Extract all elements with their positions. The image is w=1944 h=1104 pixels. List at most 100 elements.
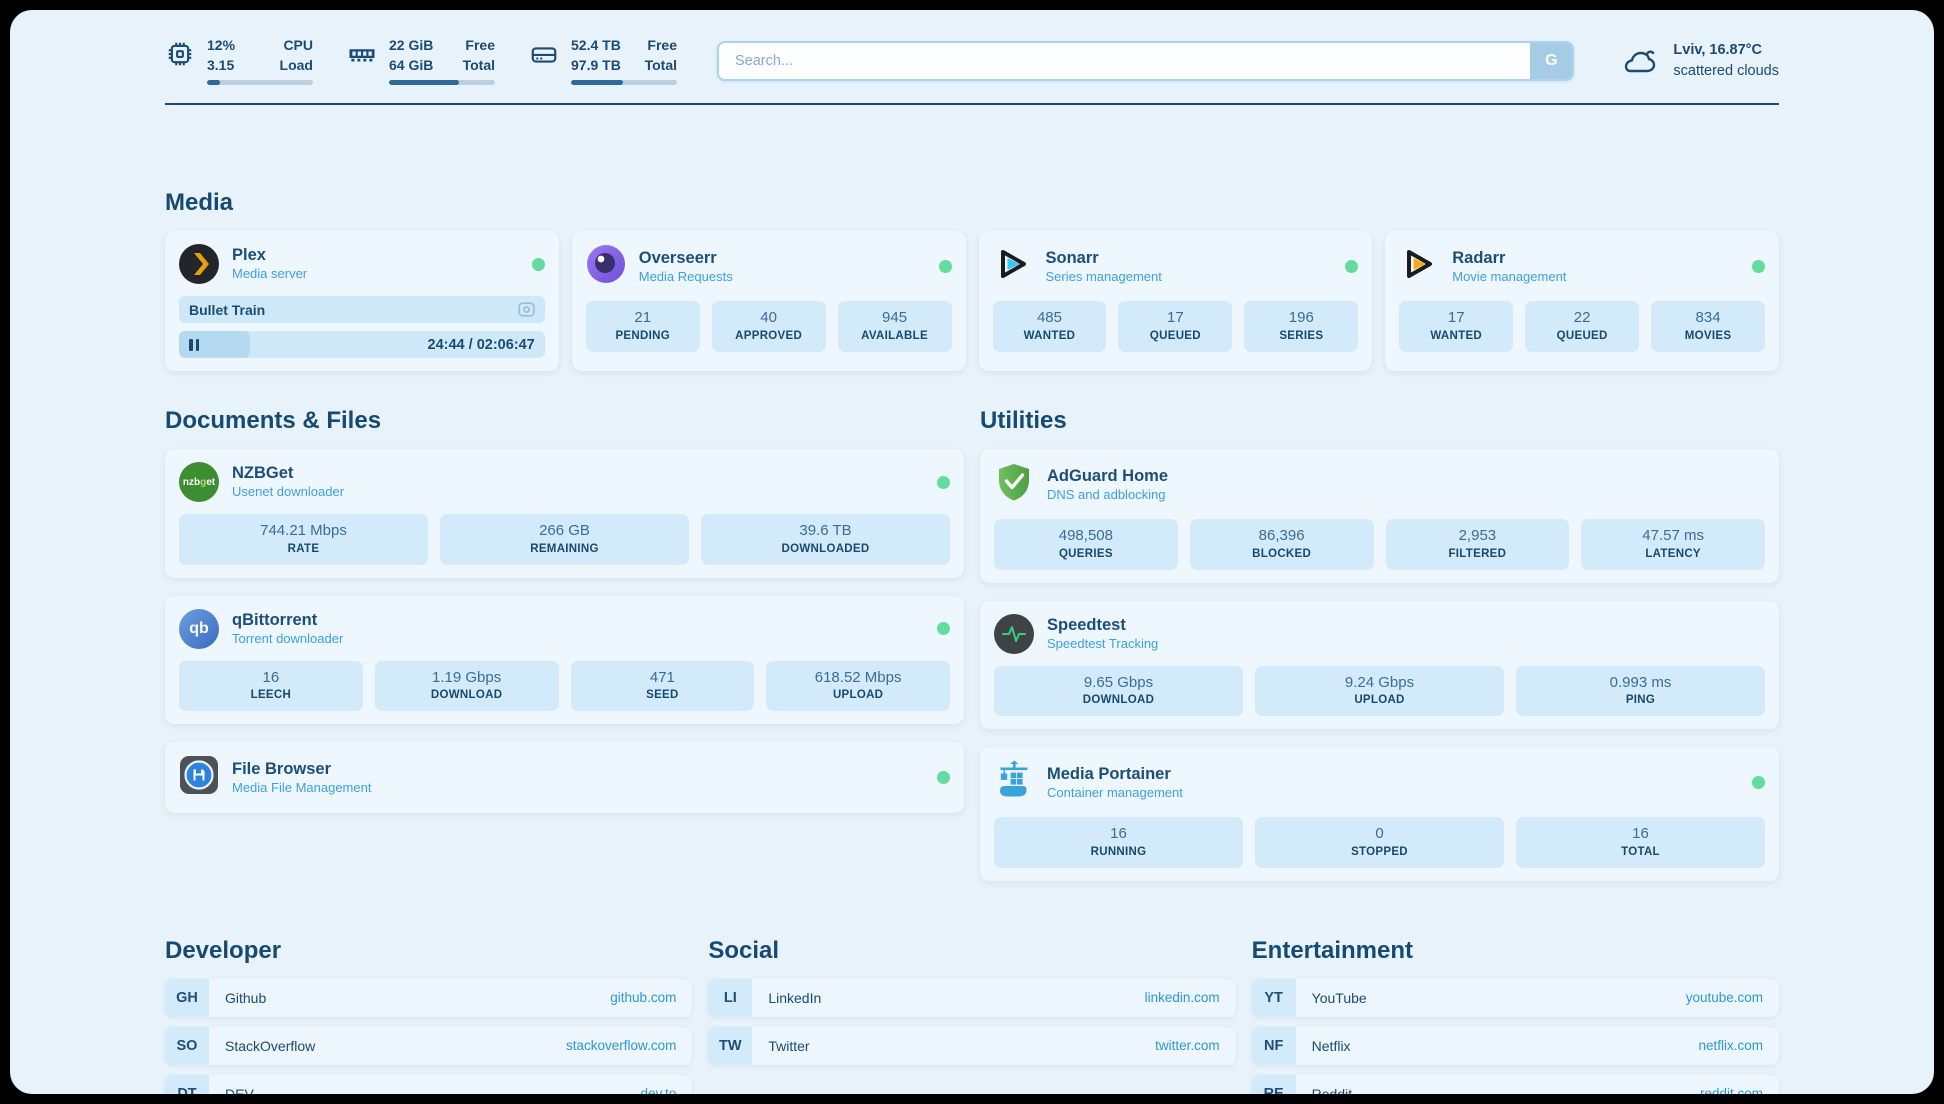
link-name: YouTube	[1312, 990, 1367, 1006]
stat-label: REMAINING	[444, 541, 685, 557]
stat-label: DOWNLOAD	[998, 692, 1239, 708]
documents-heading: Documents & Files	[165, 407, 964, 435]
cpu-progress-fill	[207, 80, 220, 85]
link-url[interactable]: github.com	[610, 990, 676, 1005]
nzbget-card[interactable]: nzbget NZBGet Usenet downloader 744.21 M…	[165, 449, 964, 578]
plex-icon	[179, 244, 219, 284]
media-heading: Media	[165, 189, 1779, 217]
link-linkedin[interactable]: LI LinkedIn linkedin.com	[708, 979, 1235, 1017]
app-subtitle: Torrent downloader	[232, 631, 343, 648]
adguard-icon	[994, 462, 1034, 507]
link-url[interactable]: youtube.com	[1686, 990, 1763, 1005]
stat-box: 744.21 Mbps RATE	[179, 514, 428, 565]
radarr-card[interactable]: Radarr Movie management 17 WANTED 22 QUE…	[1385, 231, 1779, 371]
filebrowser-icon	[179, 755, 219, 800]
stat-box: 2,953 FILTERED	[1386, 519, 1570, 570]
speedtest-icon	[994, 614, 1034, 654]
stat-box: 16 TOTAL	[1516, 817, 1765, 868]
link-url[interactable]: reddit.com	[1700, 1086, 1763, 1094]
stat-label: TOTAL	[1520, 844, 1761, 860]
stat-box: 16 LEECH	[179, 661, 363, 712]
weather-widget: Lviv, 16.87°C scattered clouds	[1620, 40, 1779, 82]
stat-box: 0.993 ms PING	[1516, 666, 1765, 717]
stat-box: 266 GB REMAINING	[440, 514, 689, 565]
stat-box: 471 SEED	[571, 661, 755, 712]
adguard-card[interactable]: AdGuard Home DNS and adblocking 498,508 …	[980, 449, 1779, 583]
overseerr-card[interactable]: Overseerr Media Requests 21 PENDING 40 A…	[572, 231, 966, 371]
radarr-icon	[1399, 244, 1439, 289]
stat-box: 498,508 QUERIES	[994, 519, 1178, 570]
link-badge: DT	[165, 1075, 209, 1094]
playback-progress-fill	[179, 331, 250, 358]
stat-value: 16	[1520, 824, 1761, 844]
cpu-label1: CPU	[283, 36, 313, 56]
stat-value: 196	[1248, 308, 1354, 328]
stat-box: 0 STOPPED	[1255, 817, 1504, 868]
weather-condition: scattered clouds	[1673, 61, 1779, 82]
status-dot	[1752, 776, 1765, 789]
stat-value: 266 GB	[444, 521, 685, 541]
link-url[interactable]: dev.to	[641, 1086, 677, 1094]
link-url[interactable]: linkedin.com	[1145, 990, 1220, 1005]
stat-label: SERIES	[1248, 328, 1354, 344]
link-github[interactable]: GH Github github.com	[165, 979, 692, 1017]
link-youtube[interactable]: YT YouTube youtube.com	[1252, 979, 1779, 1017]
link-stackoverflow[interactable]: SO StackOverflow stackoverflow.com	[165, 1027, 692, 1065]
filebrowser-card[interactable]: File Browser Media File Management	[165, 742, 964, 813]
stat-box: 834 MOVIES	[1651, 301, 1765, 352]
link-reddit[interactable]: RE Reddit reddit.com	[1252, 1075, 1779, 1094]
disk-progress-fill	[571, 80, 623, 85]
stat-label: UPLOAD	[1259, 692, 1500, 708]
stat-value: 22	[1529, 308, 1635, 328]
stat-box: 9.65 Gbps DOWNLOAD	[994, 666, 1243, 717]
disk-stat: 52.4 TB Free 97.9 TB Total	[529, 36, 677, 85]
media-grid: Plex Media server Bullet Train 24:44 / 0	[165, 231, 1779, 371]
link-name: Netflix	[1312, 1038, 1351, 1054]
qbittorrent-card[interactable]: qb qBittorrent Torrent downloader 16	[165, 596, 964, 725]
ram-total: 64 GiB	[389, 56, 433, 76]
sonarr-card[interactable]: Sonarr Series management 485 WANTED 17 Q…	[979, 231, 1373, 371]
link-url[interactable]: netflix.com	[1698, 1038, 1763, 1053]
disk-free: 52.4 TB	[571, 36, 621, 56]
app-title: Radarr	[1452, 248, 1566, 269]
cpu-usage: 12%	[207, 36, 235, 56]
stat-box: 47.57 ms LATENCY	[1581, 519, 1765, 570]
portainer-card[interactable]: Media Portainer Container management 16 …	[980, 747, 1779, 881]
stat-label: RATE	[183, 541, 424, 557]
stat-value: 86,396	[1194, 526, 1370, 546]
system-stats: 12% CPU 3.15 Load	[165, 36, 677, 85]
ram-stat: 22 GiB Free 64 GiB Total	[347, 36, 495, 85]
header-divider	[165, 103, 1779, 105]
link-url[interactable]: twitter.com	[1155, 1038, 1220, 1053]
app-subtitle: Usenet downloader	[232, 484, 344, 501]
link-name: DEV	[225, 1086, 254, 1094]
stat-value: 471	[575, 668, 751, 688]
link-name: Twitter	[768, 1038, 809, 1054]
link-url[interactable]: stackoverflow.com	[566, 1038, 676, 1053]
stat-value: 17	[1403, 308, 1509, 328]
ram-icon	[347, 39, 377, 69]
stat-label: FILTERED	[1390, 546, 1566, 562]
link-twitter[interactable]: TW Twitter twitter.com	[708, 1027, 1235, 1065]
link-dev[interactable]: DT DEV dev.to	[165, 1075, 692, 1094]
app-title: File Browser	[232, 759, 371, 780]
stat-label: QUEUED	[1529, 328, 1635, 344]
stat-label: QUERIES	[998, 546, 1174, 562]
plex-card[interactable]: Plex Media server Bullet Train 24:44 / 0	[165, 231, 559, 371]
app-title: AdGuard Home	[1047, 466, 1168, 487]
stat-label: DOWNLOAD	[379, 687, 555, 703]
status-dot	[1752, 260, 1765, 273]
link-badge: SO	[165, 1027, 209, 1065]
stat-box: 196 SERIES	[1244, 301, 1358, 352]
stat-box: 16 RUNNING	[994, 817, 1243, 868]
speedtest-card[interactable]: Speedtest Speedtest Tracking 9.65 Gbps D…	[980, 601, 1779, 730]
link-badge: YT	[1252, 979, 1296, 1017]
stat-label: PING	[1520, 692, 1761, 708]
stat-label: WANTED	[997, 328, 1103, 344]
app-title: Speedtest	[1047, 615, 1158, 636]
app-title: NZBGet	[232, 463, 344, 484]
stat-label: APPROVED	[716, 328, 822, 344]
link-netflix[interactable]: NF Netflix netflix.com	[1252, 1027, 1779, 1065]
search-input[interactable]	[717, 41, 1574, 81]
search-engine-button[interactable]: G	[1530, 43, 1572, 79]
